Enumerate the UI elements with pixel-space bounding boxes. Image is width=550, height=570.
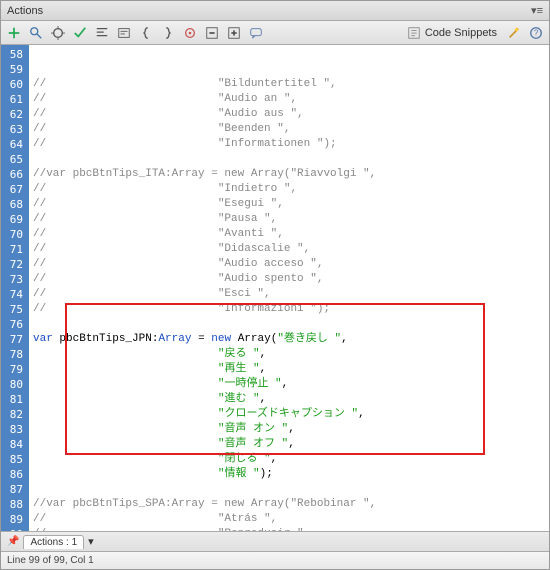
code-line: //var pbcBtnTips_SPA:Array = new Array("… <box>33 497 545 512</box>
line-number: 72 <box>5 257 23 272</box>
collapse-icon[interactable] <box>203 24 221 42</box>
code-line: // "Bilduntertitel ", <box>33 77 545 92</box>
line-number: 76 <box>5 317 23 332</box>
line-number: 70 <box>5 227 23 242</box>
line-number: 84 <box>5 437 23 452</box>
code-area[interactable]: // "Bilduntertitel ",// "Audio an ",// "… <box>29 45 549 531</box>
line-number: 68 <box>5 197 23 212</box>
add-icon[interactable] <box>5 24 23 42</box>
code-line: // "Avanti ", <box>33 227 545 242</box>
code-line <box>33 482 545 497</box>
snippet-icon <box>407 26 421 40</box>
code-line: //var pbcBtnTips_ITA:Array = new Array("… <box>33 167 545 182</box>
line-number: 89 <box>5 512 23 527</box>
line-number: 80 <box>5 377 23 392</box>
panel-options-icon[interactable]: ▾≡ <box>531 4 543 17</box>
code-line: // "Didascalie ", <box>33 242 545 257</box>
line-number: 88 <box>5 497 23 512</box>
code-line: var pbcBtnTips_JPN:Array = new Array("巻き… <box>33 332 545 347</box>
code-line: // "Audio aus ", <box>33 107 545 122</box>
code-line: // "Audio acceso ", <box>33 257 545 272</box>
code-line: // "Beenden ", <box>33 122 545 137</box>
svg-text:?: ? <box>534 28 539 37</box>
code-line: // "Informazioni "); <box>33 302 545 317</box>
code-line: // "Reproducir ", <box>33 527 545 532</box>
line-number: 67 <box>5 182 23 197</box>
code-line: "一時停止 ", <box>33 377 545 392</box>
cursor-position: Line 99 of 99, Col 1 <box>7 555 94 566</box>
line-number: 62 <box>5 107 23 122</box>
wand-icon[interactable] <box>505 24 523 42</box>
status-bar: Line 99 of 99, Col 1 <box>1 552 549 569</box>
code-line: "閉じる ", <box>33 452 545 467</box>
line-number: 59 <box>5 62 23 77</box>
line-number: 74 <box>5 287 23 302</box>
panel-title: Actions <box>7 5 531 17</box>
comment-icon[interactable] <box>247 24 265 42</box>
help-icon[interactable]: ? <box>527 24 545 42</box>
line-number: 75 <box>5 302 23 317</box>
line-number: 64 <box>5 137 23 152</box>
script-tab-label: Actions : 1 <box>30 537 77 548</box>
code-line: // "Indietro ", <box>33 182 545 197</box>
line-number: 63 <box>5 122 23 137</box>
pin-icon[interactable]: 📌 <box>7 536 19 547</box>
check-syntax-icon[interactable] <box>71 24 89 42</box>
expand-icon[interactable] <box>225 24 243 42</box>
line-number: 71 <box>5 242 23 257</box>
code-line: "クローズドキャプション ", <box>33 407 545 422</box>
debug-options-icon[interactable] <box>181 24 199 42</box>
code-line <box>33 317 545 332</box>
brace-left-icon[interactable] <box>137 24 155 42</box>
code-line: "情報 "); <box>33 467 545 482</box>
code-snippets-button[interactable]: Code Snippets <box>403 25 501 41</box>
code-line: // "Pausa ", <box>33 212 545 227</box>
brace-right-icon[interactable] <box>159 24 177 42</box>
code-line: "戻る ", <box>33 347 545 362</box>
line-number: 81 <box>5 392 23 407</box>
line-number: 77 <box>5 332 23 347</box>
code-line: // "Audio spento ", <box>33 272 545 287</box>
auto-format-icon[interactable] <box>93 24 111 42</box>
line-number: 66 <box>5 167 23 182</box>
toolbar: Code Snippets ? <box>1 21 549 45</box>
code-line: "音声 オン ", <box>33 422 545 437</box>
line-number: 86 <box>5 467 23 482</box>
line-number: 65 <box>5 152 23 167</box>
line-number: 79 <box>5 362 23 377</box>
code-line: // "Audio an ", <box>33 92 545 107</box>
code-line: "音声 オフ ", <box>33 437 545 452</box>
find-icon[interactable] <box>27 24 45 42</box>
line-number: 78 <box>5 347 23 362</box>
code-line: "再生 ", <box>33 362 545 377</box>
line-number: 60 <box>5 77 23 92</box>
line-number: 73 <box>5 272 23 287</box>
panel-header: Actions ▾≡ <box>1 1 549 21</box>
target-icon[interactable] <box>49 24 67 42</box>
script-tabbar: 📌 Actions : 1 ▾ <box>1 532 549 552</box>
show-code-hint-icon[interactable] <box>115 24 133 42</box>
line-number: 87 <box>5 482 23 497</box>
code-line: // "Atrás ", <box>33 512 545 527</box>
code-line: // "Esegui ", <box>33 197 545 212</box>
script-tab[interactable]: Actions : 1 <box>23 535 84 549</box>
code-editor[interactable]: 5859606162636465666768697071727374757677… <box>1 45 549 532</box>
line-number: 90 <box>5 527 23 532</box>
line-number: 61 <box>5 92 23 107</box>
line-number-gutter: 5859606162636465666768697071727374757677… <box>1 45 29 531</box>
line-number: 58 <box>5 47 23 62</box>
code-line: "進む ", <box>33 392 545 407</box>
line-number: 69 <box>5 212 23 227</box>
code-line <box>33 152 545 167</box>
tab-dropdown-icon[interactable]: ▾ <box>88 535 94 548</box>
code-snippets-label: Code Snippets <box>425 27 497 39</box>
code-line: // "Esci ", <box>33 287 545 302</box>
line-number: 82 <box>5 407 23 422</box>
line-number: 83 <box>5 422 23 437</box>
code-line: // "Informationen "); <box>33 137 545 152</box>
line-number: 85 <box>5 452 23 467</box>
